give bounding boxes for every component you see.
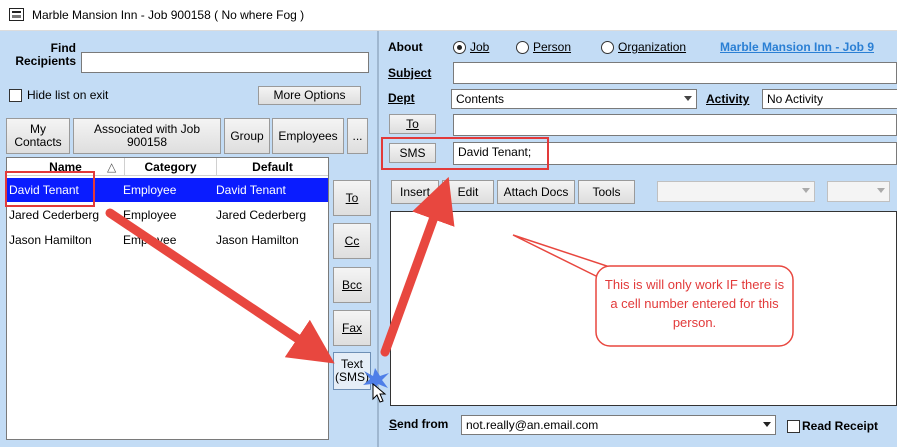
arrow-to-text-button bbox=[105, 208, 335, 364]
annotation-text: This is will only work IF there is a cel… bbox=[604, 277, 785, 330]
arrow-to-sms-field bbox=[380, 176, 455, 357]
annotation-overlay bbox=[105, 176, 794, 403]
mouse-cursor-icon bbox=[372, 382, 387, 403]
